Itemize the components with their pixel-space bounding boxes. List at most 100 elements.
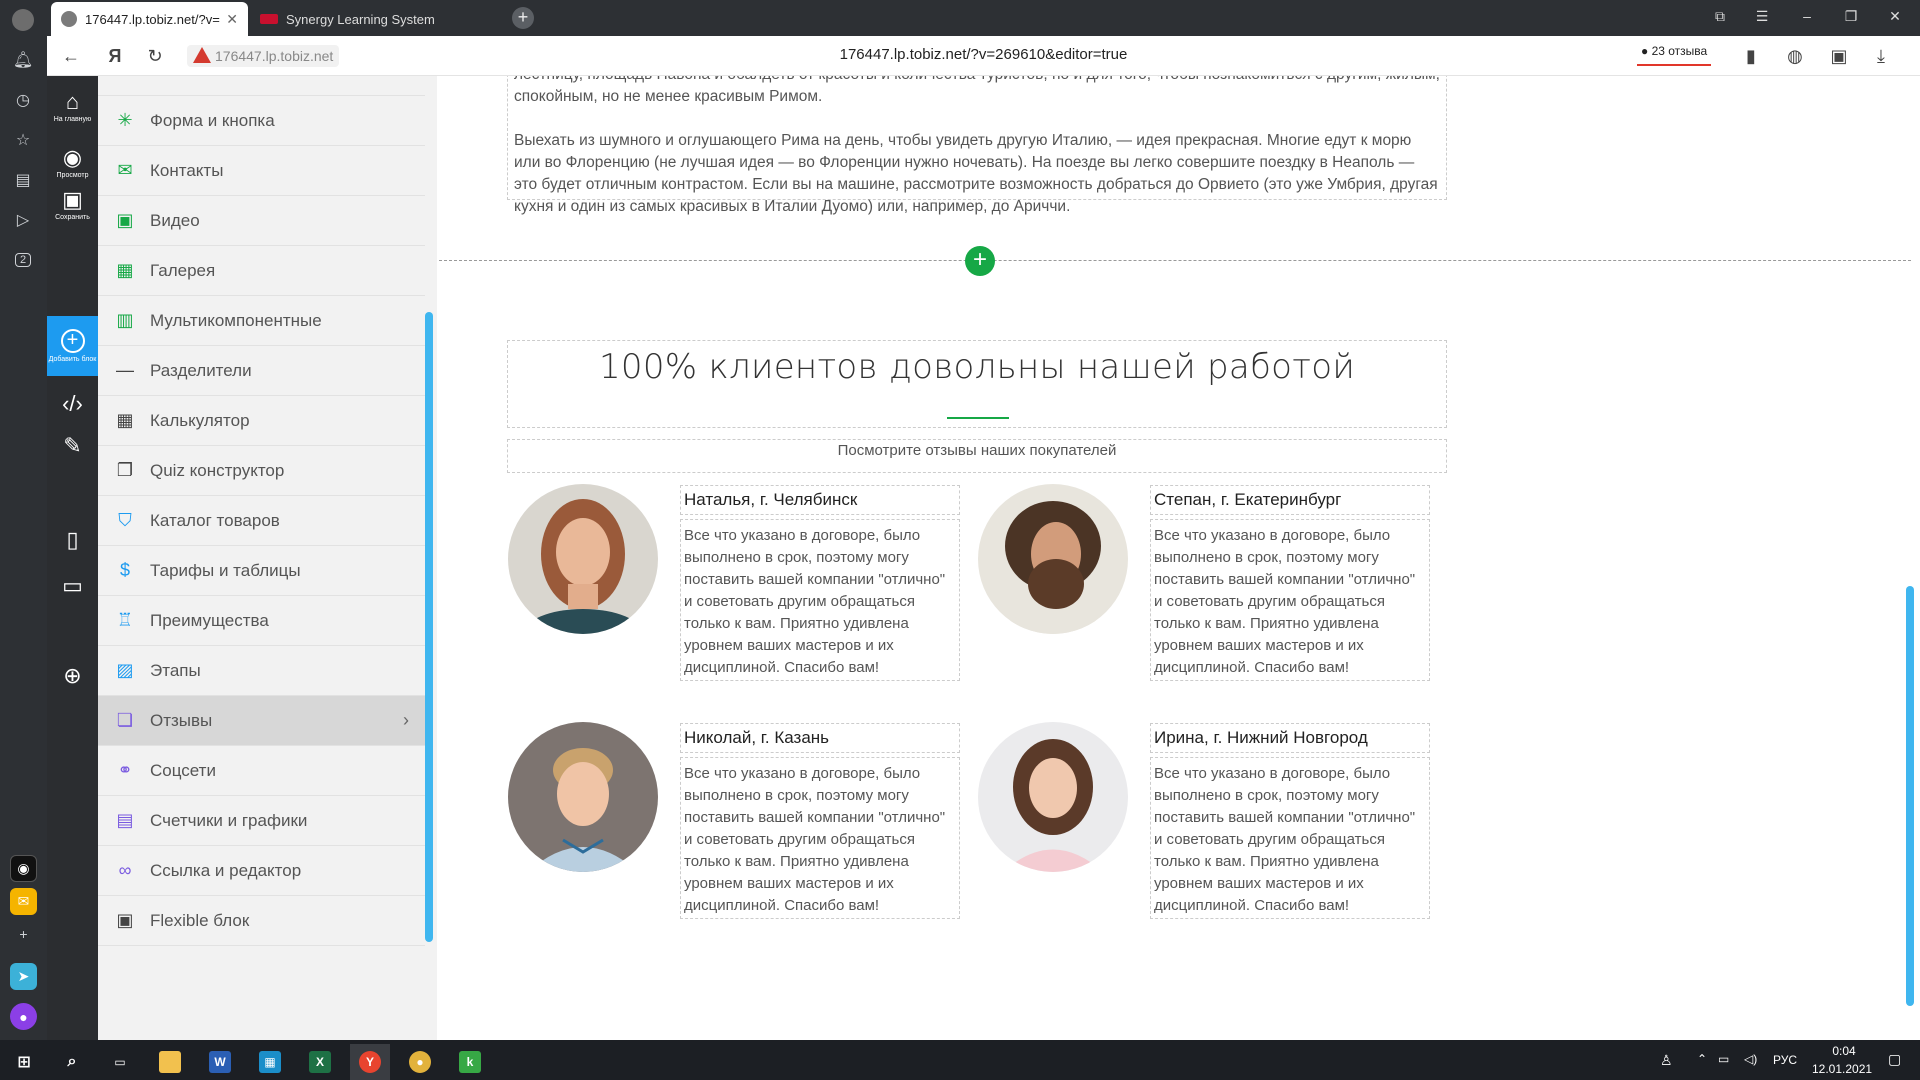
notifications-icon[interactable]: ▢ (1888, 1051, 1901, 1068)
review-name[interactable]: Ирина, г. Нижний Новгород (1150, 723, 1430, 753)
task-view-button[interactable]: ▭ (100, 1044, 140, 1080)
play-icon[interactable]: ▷ (11, 208, 35, 232)
menu-item[interactable]: ❏ Отзывы › (98, 696, 425, 746)
taskbar-store[interactable]: ▦ (250, 1044, 290, 1080)
history-clock-icon[interactable]: ◷ (11, 88, 35, 112)
reload-icon[interactable]: ↻ (143, 44, 167, 68)
tab-synergy[interactable]: Synergy Learning System (250, 2, 490, 36)
tablet-view-tool[interactable]: ▭ (47, 574, 98, 598)
search-button[interactable]: ⌕ (52, 1044, 92, 1080)
bookmarks-panel-icon[interactable]: ⧉ (1710, 8, 1730, 25)
clock-time[interactable]: 0:04 (1824, 1044, 1864, 1058)
globe-icon: ⊕ (63, 663, 82, 688)
protect-icon[interactable]: ◍ (1783, 44, 1807, 68)
menu-item[interactable]: ♖ Преимущества (98, 596, 425, 646)
minimize-icon[interactable]: – (1797, 8, 1817, 24)
review-text[interactable]: Все что указано в договоре, было выполне… (680, 757, 960, 919)
close-window-icon[interactable]: ✕ (1885, 8, 1905, 25)
color-picker-tool[interactable]: ✎ (47, 434, 98, 458)
previous-text-block[interactable]: лестницу, площадь Навона и обалдеть от к… (507, 76, 1447, 215)
notifications-bell-icon[interactable]: 🔔︎ (11, 48, 35, 72)
menu-item-prev[interactable]: · (98, 76, 425, 96)
review-name[interactable]: Наталья, г. Челябинск (680, 485, 960, 515)
menu-item[interactable]: ✉ Контакты (98, 146, 425, 196)
close-tab-icon[interactable]: ✕ (226, 11, 238, 28)
bookmark-flag-icon[interactable]: ▮ (1739, 44, 1763, 68)
taskbar-yandex[interactable]: Y (350, 1044, 390, 1080)
add-panel-icon[interactable]: + (10, 920, 37, 947)
prev-paragraph-1: лестницу, площадь Навона и обалдеть от к… (514, 76, 1440, 105)
taskbar-word[interactable]: W (200, 1044, 240, 1080)
url-origin-chip[interactable]: 176447.lp.tobiz.net (187, 45, 340, 67)
badge-counter-icon[interactable]: 2 (11, 248, 35, 272)
heading-block[interactable]: 100% клиентов довольны нашей работой (507, 340, 1447, 428)
downloads-icon[interactable]: ⤓ (1869, 44, 1893, 68)
menu-item[interactable]: ▣ Flexible блок (98, 896, 425, 946)
new-tab-button[interactable]: + (512, 7, 534, 29)
extensions-icon[interactable]: ▣ (1827, 44, 1851, 68)
alice-assistant-icon[interactable]: ● (10, 1003, 37, 1030)
menu-item[interactable]: ∞ Ссылка и редактор (98, 846, 425, 896)
menu-item[interactable]: ⚭ Соцсети (98, 746, 425, 796)
profile-avatar-icon[interactable] (11, 8, 35, 32)
review-text[interactable]: Все что указано в договоре, было выполне… (1150, 519, 1430, 681)
code-tool[interactable]: ‹/› (47, 392, 98, 416)
tab-tobiz[interactable]: 176447.lp.tobiz.net/?v= ✕ (51, 2, 248, 36)
network-icon[interactable]: ▭ (1718, 1052, 1729, 1066)
clock-date[interactable]: 12.01.2021 (1812, 1062, 1872, 1076)
menu-item[interactable]: ▥ Мультикомпонентные (98, 296, 425, 346)
menu-item[interactable]: ⛉ Каталог товаров (98, 496, 425, 546)
mail-icon: ✉ (117, 160, 133, 180)
insert-block-button[interactable]: + (965, 246, 995, 276)
start-button[interactable]: ⊞ (4, 1044, 44, 1080)
menu-icon[interactable]: ☰ (1752, 8, 1772, 25)
menu-item[interactable]: ▣ Видео (98, 196, 425, 246)
add-block-button[interactable]: + Добавить блок (47, 316, 98, 376)
home-tool[interactable]: ⌂ На главную (47, 90, 98, 124)
yandex-logo-icon[interactable]: Я (103, 44, 127, 68)
menu-item-label: Разделители (150, 360, 252, 380)
avatar-stepan[interactable] (978, 484, 1128, 634)
bookmarks-star-icon[interactable]: ☆ (11, 128, 35, 152)
menu-item-label: Галерея (150, 260, 216, 280)
collections-icon[interactable]: ▤ (11, 168, 35, 192)
review-text[interactable]: Все что указано в договоре, было выполне… (1150, 757, 1430, 919)
task-view-icon: ▭ (114, 1055, 126, 1069)
review-name[interactable]: Степан, г. Екатеринбург (1150, 485, 1430, 515)
menu-scrollbar[interactable] (425, 312, 433, 942)
taskbar-excel[interactable]: X (300, 1044, 340, 1080)
menu-item[interactable]: — Разделители (98, 346, 425, 396)
volume-icon[interactable]: ◁) (1744, 1052, 1757, 1066)
preview-tool[interactable]: ◉ Просмотр (47, 146, 98, 180)
review-name[interactable]: Николай, г. Казань (680, 723, 960, 753)
messenger-icon[interactable]: ➤ (10, 963, 37, 990)
domain-tool[interactable]: ⊕ (47, 664, 98, 688)
restore-icon[interactable]: ❐ (1841, 8, 1861, 25)
menu-item[interactable]: ✳ Форма и кнопка (98, 96, 425, 146)
alice-widget-icon[interactable]: ◉ (10, 855, 37, 882)
mobile-view-tool[interactable]: ▯ (47, 528, 98, 552)
page-scrollbar[interactable] (1906, 586, 1914, 1006)
subheading-block[interactable]: Посмотрите отзывы наших покупателей (507, 439, 1447, 473)
menu-item[interactable]: ❐ Quiz конструктор (98, 446, 425, 496)
menu-item[interactable]: ▤ Счетчики и графики (98, 796, 425, 846)
save-label: Сохранить (55, 214, 90, 221)
taskbar-green-app[interactable]: k (450, 1044, 490, 1080)
save-tool[interactable]: ▣ Сохранить (47, 188, 98, 222)
review-text[interactable]: Все что указано в договоре, было выполне… (680, 519, 960, 681)
input-language[interactable]: РУС (1773, 1053, 1797, 1067)
taskbar-explorer[interactable] (150, 1044, 190, 1080)
menu-item[interactable]: ▦ Калькулятор (98, 396, 425, 446)
menu-item[interactable]: ▦ Галерея (98, 246, 425, 296)
menu-item[interactable]: $ Тарифы и таблицы (98, 546, 425, 596)
yandex-mail-icon[interactable]: ✉ (10, 888, 37, 915)
avatar-natalia[interactable] (508, 484, 658, 634)
tray-chevron-icon[interactable]: ⌃ (1697, 1052, 1707, 1066)
site-reviews-button[interactable]: ● 23 отзыва (1637, 44, 1712, 66)
avatar-irina[interactable] (978, 722, 1128, 872)
back-arrow-icon[interactable]: ← (59, 44, 83, 68)
taskbar-chrome[interactable]: ● (400, 1044, 440, 1080)
avatar-nikolai[interactable] (508, 722, 658, 872)
menu-item[interactable]: ▨ Этапы (98, 646, 425, 696)
people-icon[interactable]: ♙ (1660, 1052, 1673, 1069)
